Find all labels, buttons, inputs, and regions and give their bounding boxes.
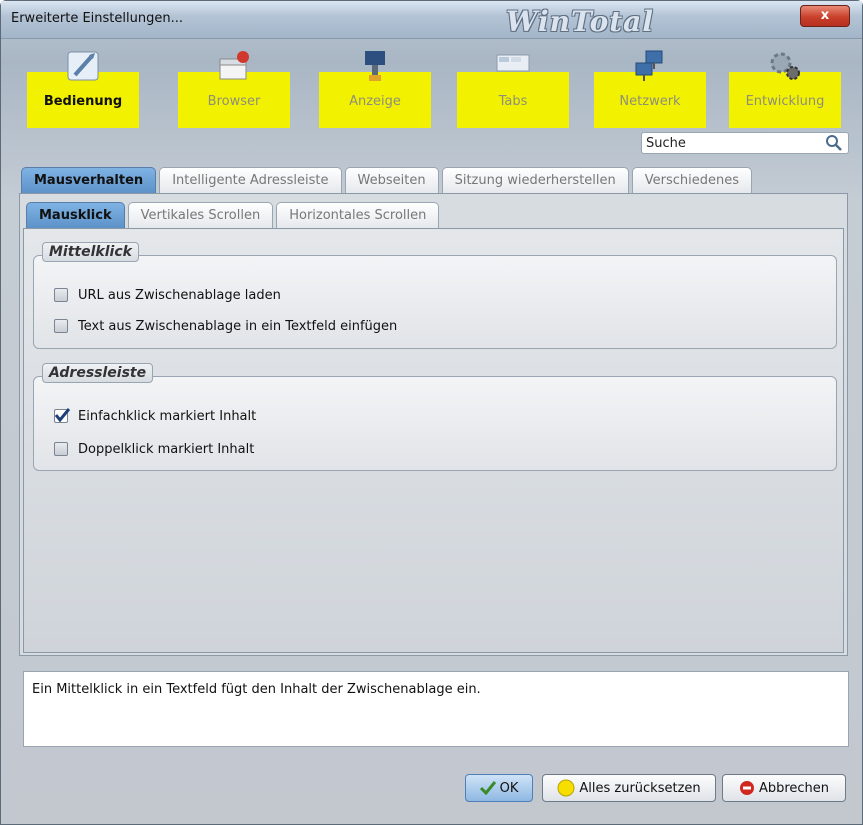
toolbar-item-netzwerk[interactable]: Netzwerk — [594, 50, 706, 128]
toolbar-item-entwicklung[interactable]: Entwicklung — [729, 52, 841, 128]
checkbox[interactable] — [54, 319, 68, 333]
toolbar-item-label: Tabs — [498, 94, 528, 109]
paint-icon — [355, 48, 395, 84]
tabs-icon — [493, 48, 533, 84]
option-url-laden[interactable]: URL aus Zwischenablage laden — [54, 286, 281, 304]
checkmark-icon — [479, 781, 496, 795]
brand-logo: WinTotal — [506, 5, 654, 38]
toolbar-item-anzeige[interactable]: Anzeige — [319, 51, 431, 128]
toolbar-item-bedienung[interactable]: Bedienung — [27, 51, 139, 128]
cancel-button[interactable]: Abbrechen — [722, 774, 846, 802]
reset-button-label: Alles zurücksetzen — [579, 780, 701, 796]
gear-icon — [765, 48, 805, 84]
pointer-icon — [63, 48, 103, 84]
option-label: Text aus Zwischenablage in ein Textfeld … — [78, 318, 398, 334]
title-bar: Erweiterte Einstellungen... WinTotal x — [1, 1, 862, 39]
close-icon: x — [820, 8, 830, 23]
tab-intelligente-adressleiste[interactable]: Intelligente Adressleiste — [159, 167, 342, 193]
tab-webseiten[interactable]: Webseiten — [344, 167, 439, 193]
group-title: Adressleiste — [42, 363, 154, 383]
option-label: Einfachklick markiert Inhalt — [78, 408, 257, 424]
group-title: Mittelklick — [42, 242, 139, 262]
close-button[interactable]: x — [800, 5, 850, 27]
ok-button-label: OK — [499, 780, 519, 796]
tab-mausverhalten[interactable]: Mausverhalten — [21, 167, 157, 193]
tab-horizontales-scrollen[interactable]: Horizontales Scrollen — [276, 202, 440, 228]
toolbar-item-label: Entwicklung — [745, 94, 825, 109]
secondary-tab-bar: Mausklick Vertikales Scrollen Horizontal… — [26, 202, 442, 228]
primary-tab-bar: Mausverhalten Intelligente Adressleiste … — [21, 167, 755, 193]
toolbar-item-label: Bedienung — [43, 94, 123, 109]
tab-mausklick[interactable]: Mausklick — [26, 202, 125, 228]
toolbar-item-tabs[interactable]: Tabs — [457, 54, 569, 128]
tab-vertikales-scrollen[interactable]: Vertikales Scrollen — [127, 202, 274, 228]
tab-sitzung-wiederherstellen[interactable]: Sitzung wiederherstellen — [441, 167, 629, 193]
settings-window: Erweiterte Einstellungen... WinTotal x B… — [0, 0, 863, 825]
checkbox-checked[interactable] — [54, 408, 70, 423]
cancel-icon — [739, 781, 754, 795]
description-box: Ein Mittelklick in ein Textfeld fügt den… — [23, 671, 849, 747]
checkbox[interactable] — [54, 442, 68, 456]
toolbar-item-label: Browser — [207, 94, 261, 109]
checkmark-icon — [54, 408, 70, 423]
option-doppelklick[interactable]: Doppelklick markiert Inhalt — [54, 440, 254, 458]
tab-verschiedenes[interactable]: Verschiedenes — [631, 167, 753, 193]
option-label: URL aus Zwischenablage laden — [78, 287, 281, 303]
toolbar-item-label: Anzeige — [349, 94, 401, 109]
checkbox[interactable] — [54, 288, 68, 302]
reset-button[interactable]: Alles zurücksetzen — [542, 774, 716, 802]
group-mittelklick: Mittelklick URL aus Zwischenablage laden… — [33, 242, 837, 349]
browser-icon — [214, 48, 254, 84]
option-einfachklick[interactable]: Einfachklick markiert Inhalt — [54, 407, 256, 425]
reset-icon — [557, 779, 575, 797]
search-icon[interactable] — [825, 134, 843, 152]
toolbar-item-browser[interactable]: Browser — [178, 51, 290, 128]
group-adressleiste: Adressleiste Einfachklick markiert Inhal… — [33, 363, 837, 471]
category-toolbar: Bedienung Browser Anzeige Tabs Netzwerk … — [11, 39, 854, 131]
network-icon — [630, 48, 670, 84]
window-title: Erweiterte Einstellungen... — [11, 11, 183, 26]
cancel-button-label: Abbrechen — [758, 780, 830, 796]
ok-button[interactable]: OK — [465, 774, 533, 802]
option-text-einfuegen[interactable]: Text aus Zwischenablage in ein Textfeld … — [54, 317, 397, 335]
search-input[interactable] — [641, 132, 849, 154]
toolbar-item-label: Netzwerk — [619, 94, 681, 109]
option-label: Doppelklick markiert Inhalt — [78, 441, 255, 457]
